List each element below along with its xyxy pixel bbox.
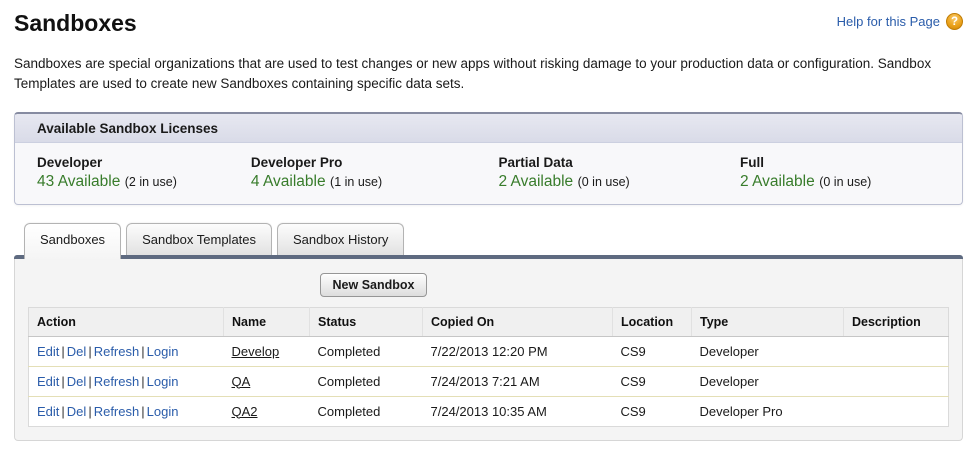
action-separator: | — [139, 404, 146, 419]
status-cell: Completed — [310, 336, 423, 366]
sandbox-name-link[interactable]: QA2 — [232, 404, 258, 419]
status-cell: Completed — [310, 396, 423, 426]
tab[interactable]: Sandboxes — [24, 223, 121, 259]
help-link[interactable]: Help for this Page — [837, 14, 940, 29]
edit-link[interactable]: Edit — [37, 374, 59, 389]
refresh-link[interactable]: Refresh — [94, 344, 140, 359]
table-row: Edit|Del|Refresh|Login QA2 Completed 7/2… — [29, 396, 949, 426]
action-separator: | — [86, 404, 93, 419]
edit-link[interactable]: Edit — [37, 344, 59, 359]
action-separator: | — [139, 374, 146, 389]
tab[interactable]: Sandbox Templates — [126, 223, 272, 255]
copied-on-cell: 7/24/2013 7:21 AM — [423, 366, 613, 396]
license-in-use-count: (1 in use) — [330, 175, 382, 189]
del-link[interactable]: Del — [67, 404, 87, 419]
page-title: Sandboxes — [14, 10, 137, 37]
action-separator: | — [59, 404, 66, 419]
copied-on-cell: 7/22/2013 12:20 PM — [423, 336, 613, 366]
tab-strip-underline — [14, 255, 963, 259]
action-cell: Edit|Del|Refresh|Login — [29, 366, 224, 396]
location-cell: CS9 — [613, 366, 692, 396]
page-header: Sandboxes Help for this Page ? — [14, 8, 963, 37]
login-link[interactable]: Login — [147, 374, 179, 389]
sandbox-table: Action Name Status Copied On Location Ty… — [28, 307, 949, 427]
login-link[interactable]: Login — [147, 344, 179, 359]
license-type-label: Partial Data — [498, 155, 740, 170]
sandbox-name-link[interactable]: QA — [232, 374, 251, 389]
license-type-label: Developer — [37, 155, 251, 170]
location-cell: CS9 — [613, 336, 692, 366]
column-header-action: Action — [29, 307, 224, 336]
license-in-use-count: (2 in use) — [125, 175, 177, 189]
question-mark-icon[interactable]: ? — [946, 13, 963, 30]
action-separator: | — [86, 344, 93, 359]
action-separator: | — [59, 344, 66, 359]
location-cell: CS9 — [613, 396, 692, 426]
help-area: Help for this Page ? — [837, 13, 963, 30]
type-cell: Developer Pro — [692, 396, 844, 426]
table-header-row: Action Name Status Copied On Location Ty… — [29, 307, 949, 336]
license-type-label: Full — [740, 155, 948, 170]
license-item: Developer Pro 4 Available (1 in use) — [251, 155, 499, 191]
license-item: Developer 43 Available (2 in use) — [37, 155, 251, 191]
action-separator: | — [139, 344, 146, 359]
action-separator: | — [86, 374, 93, 389]
description-cell — [844, 336, 949, 366]
description-cell — [844, 366, 949, 396]
copied-on-cell: 7/24/2013 10:35 AM — [423, 396, 613, 426]
license-available-count: 43 Available — [37, 173, 120, 190]
edit-link[interactable]: Edit — [37, 404, 59, 419]
table-body: Edit|Del|Refresh|Login Develop Completed… — [29, 336, 949, 426]
toolbar: New Sandbox — [28, 271, 949, 307]
available-licenses-box: Available Sandbox Licenses Developer 43 … — [14, 112, 963, 205]
license-in-use-count: (0 in use) — [819, 175, 871, 189]
column-header-name: Name — [224, 307, 310, 336]
new-sandbox-button[interactable]: New Sandbox — [320, 273, 428, 297]
description-cell — [844, 396, 949, 426]
licenses-list: Developer 43 Available (2 in use) Develo… — [15, 143, 962, 204]
login-link[interactable]: Login — [147, 404, 179, 419]
del-link[interactable]: Del — [67, 374, 87, 389]
action-cell: Edit|Del|Refresh|Login — [29, 396, 224, 426]
table-row: Edit|Del|Refresh|Login QA Completed 7/24… — [29, 366, 949, 396]
refresh-link[interactable]: Refresh — [94, 374, 140, 389]
column-header-description: Description — [844, 307, 949, 336]
column-header-type: Type — [692, 307, 844, 336]
table-row: Edit|Del|Refresh|Login Develop Completed… — [29, 336, 949, 366]
tab-strip: Sandboxes Sandbox Templates Sandbox Hist… — [14, 223, 963, 255]
type-cell: Developer — [692, 366, 844, 396]
license-item: Partial Data 2 Available (0 in use) — [498, 155, 740, 191]
license-available-count: 2 Available — [498, 173, 573, 190]
license-in-use-count: (0 in use) — [578, 175, 630, 189]
license-available-count: 2 Available — [740, 173, 815, 190]
action-cell: Edit|Del|Refresh|Login — [29, 336, 224, 366]
sandboxes-tab-panel: New Sandbox Action Name Status Copied On… — [14, 259, 963, 441]
type-cell: Developer — [692, 336, 844, 366]
status-cell: Completed — [310, 366, 423, 396]
sandbox-name-link[interactable]: Develop — [232, 344, 280, 359]
page-description: Sandboxes are special organizations that… — [14, 54, 959, 95]
refresh-link[interactable]: Refresh — [94, 404, 140, 419]
licenses-box-title: Available Sandbox Licenses — [15, 114, 962, 143]
column-header-location: Location — [613, 307, 692, 336]
del-link[interactable]: Del — [67, 344, 87, 359]
column-header-status: Status — [310, 307, 423, 336]
license-available-count: 4 Available — [251, 173, 326, 190]
license-type-label: Developer Pro — [251, 155, 499, 170]
column-header-copied-on: Copied On — [423, 307, 613, 336]
tab[interactable]: Sandbox History — [277, 223, 404, 255]
license-item: Full 2 Available (0 in use) — [740, 155, 948, 191]
action-separator: | — [59, 374, 66, 389]
